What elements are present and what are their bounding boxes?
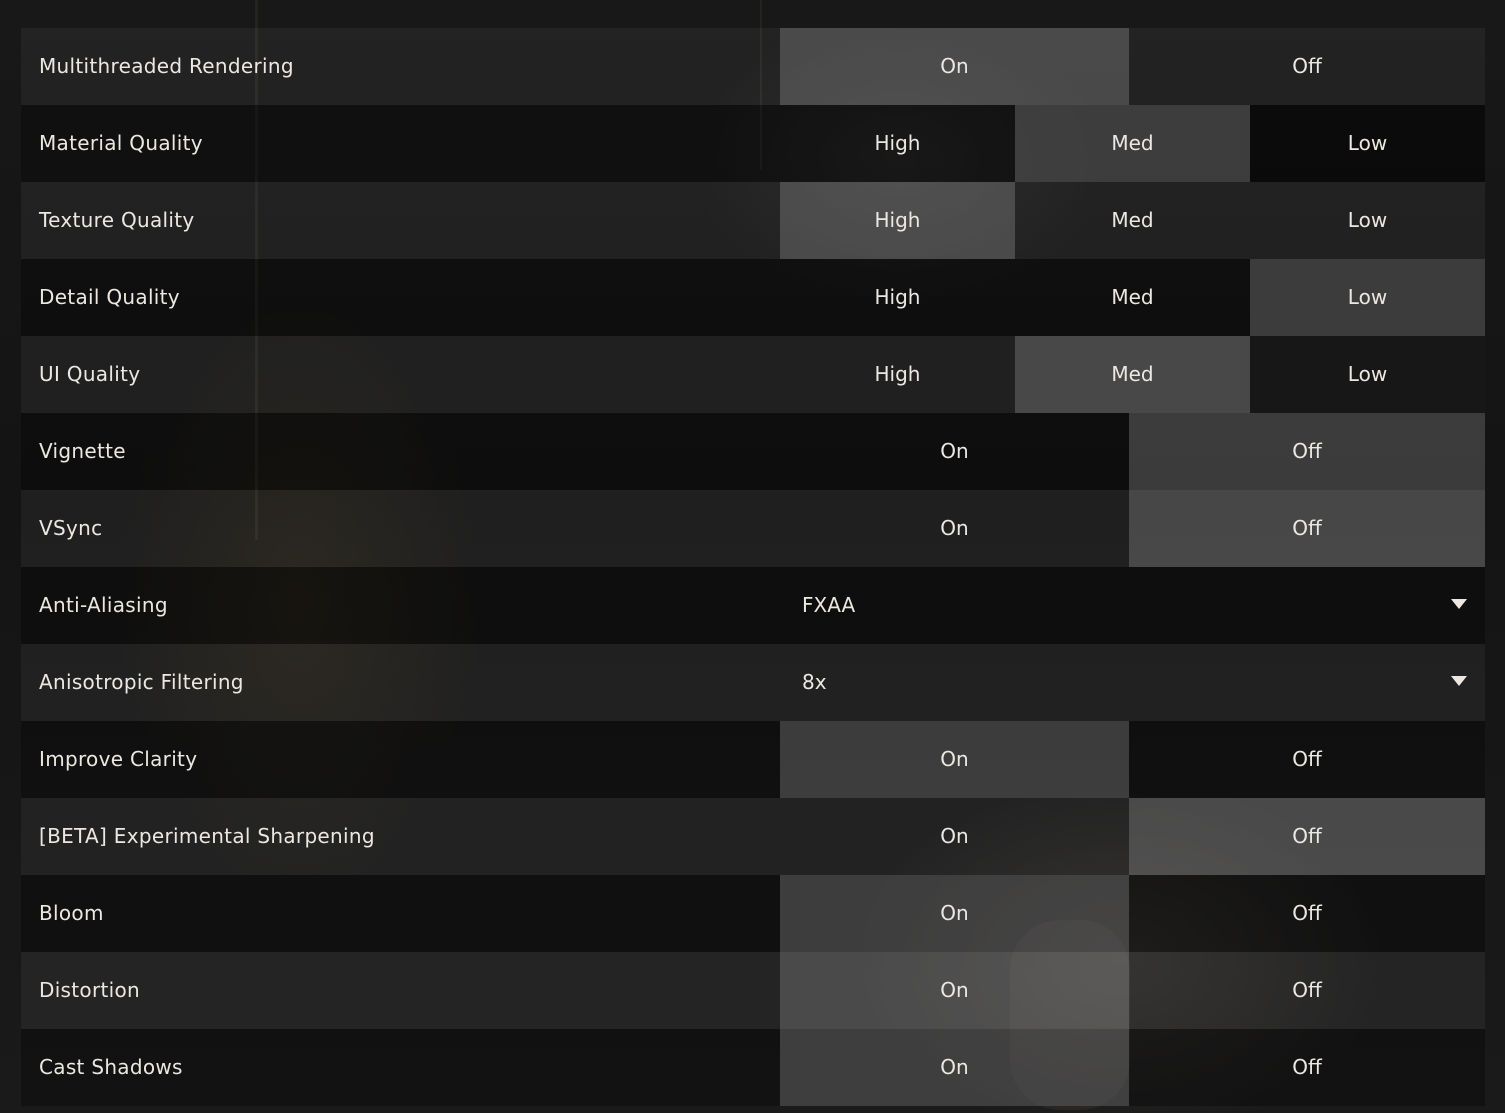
setting-label: VSync <box>39 516 103 540</box>
setting-row-vsync: VSync On Off <box>21 490 1485 567</box>
texture-quality-options: High Med Low <box>780 182 1485 259</box>
option-low-button[interactable]: Low <box>1250 259 1485 336</box>
setting-row-material-quality: Material Quality High Med Low <box>21 105 1485 182</box>
option-med-button[interactable]: Med <box>1015 105 1250 182</box>
option-low-button[interactable]: Low <box>1250 182 1485 259</box>
chevron-down-icon[interactable] <box>1451 599 1467 609</box>
setting-label: Distortion <box>39 978 140 1002</box>
option-off-button[interactable]: Off <box>1129 413 1485 490</box>
option-high-button[interactable]: High <box>780 336 1015 413</box>
setting-row-vignette: Vignette On Off <box>21 413 1485 490</box>
setting-row-beta-experimental-sharpening: [BETA] Experimental Sharpening On Off <box>21 798 1485 875</box>
material-quality-options: High Med Low <box>780 105 1485 182</box>
setting-label: Detail Quality <box>39 285 180 309</box>
setting-row-ui-quality: UI Quality High Med Low <box>21 336 1485 413</box>
option-on-button[interactable]: On <box>780 1029 1129 1106</box>
vignette-options: On Off <box>780 413 1485 490</box>
detail-quality-options: High Med Low <box>780 259 1485 336</box>
setting-row-texture-quality: Texture Quality High Med Low <box>21 182 1485 259</box>
option-on-button[interactable]: On <box>780 490 1129 567</box>
option-on-button[interactable]: On <box>780 952 1129 1029</box>
option-on-button[interactable]: On <box>780 721 1129 798</box>
setting-label: Bloom <box>39 901 104 925</box>
dropdown-value: FXAA <box>802 593 856 617</box>
option-on-button[interactable]: On <box>780 28 1129 105</box>
setting-label: UI Quality <box>39 362 141 386</box>
option-off-button[interactable]: Off <box>1129 1029 1485 1106</box>
improve-clarity-options: On Off <box>780 721 1485 798</box>
option-off-button[interactable]: Off <box>1129 28 1485 105</box>
option-off-button[interactable]: Off <box>1129 875 1485 952</box>
multithreaded-rendering-options: On Off <box>780 28 1485 105</box>
setting-row-multithreaded-rendering: Multithreaded Rendering On Off <box>21 28 1485 105</box>
setting-label: Anti-Aliasing <box>39 593 168 617</box>
setting-label: [BETA] Experimental Sharpening <box>39 824 375 848</box>
option-off-button[interactable]: Off <box>1129 952 1485 1029</box>
setting-label: Cast Shadows <box>39 1055 183 1079</box>
anisotropic-filtering-dropdown[interactable]: 8x <box>780 644 1485 721</box>
setting-row-anisotropic-filtering: Anisotropic Filtering 8x <box>21 644 1485 721</box>
setting-row-improve-clarity: Improve Clarity On Off <box>21 721 1485 798</box>
setting-label: Multithreaded Rendering <box>39 54 294 78</box>
bloom-options: On Off <box>780 875 1485 952</box>
setting-label: Texture Quality <box>39 208 195 232</box>
graphics-settings-list: Multithreaded Rendering On Off Material Qua… <box>21 28 1485 1106</box>
option-off-button[interactable]: Off <box>1129 490 1485 567</box>
setting-label: Material Quality <box>39 131 203 155</box>
option-med-button[interactable]: Med <box>1015 259 1250 336</box>
option-on-button[interactable]: On <box>780 798 1129 875</box>
setting-row-anti-aliasing: Anti-Aliasing FXAA <box>21 567 1485 644</box>
option-off-button[interactable]: Off <box>1129 798 1485 875</box>
setting-label: Improve Clarity <box>39 747 198 771</box>
option-on-button[interactable]: On <box>780 875 1129 952</box>
ui-quality-options: High Med Low <box>780 336 1485 413</box>
beta-experimental-sharpening-options: On Off <box>780 798 1485 875</box>
setting-row-distortion: Distortion On Off <box>21 952 1485 1029</box>
setting-row-bloom: Bloom On Off <box>21 875 1485 952</box>
option-on-button[interactable]: On <box>780 413 1129 490</box>
setting-label: Anisotropic Filtering <box>39 670 244 694</box>
anti-aliasing-dropdown[interactable]: FXAA <box>780 567 1485 644</box>
cast-shadows-options: On Off <box>780 1029 1485 1106</box>
distortion-options: On Off <box>780 952 1485 1029</box>
dropdown-value: 8x <box>802 670 827 694</box>
setting-row-cast-shadows: Cast Shadows On Off <box>21 1029 1485 1106</box>
option-high-button[interactable]: High <box>780 182 1015 259</box>
option-med-button[interactable]: Med <box>1015 336 1250 413</box>
vsync-options: On Off <box>780 490 1485 567</box>
option-high-button[interactable]: High <box>780 259 1015 336</box>
chevron-down-icon[interactable] <box>1451 676 1467 686</box>
setting-row-detail-quality: Detail Quality High Med Low <box>21 259 1485 336</box>
setting-label: Vignette <box>39 439 126 463</box>
option-med-button[interactable]: Med <box>1015 182 1250 259</box>
option-off-button[interactable]: Off <box>1129 721 1485 798</box>
option-low-button[interactable]: Low <box>1250 105 1485 182</box>
option-low-button[interactable]: Low <box>1250 336 1485 413</box>
option-high-button[interactable]: High <box>780 105 1015 182</box>
